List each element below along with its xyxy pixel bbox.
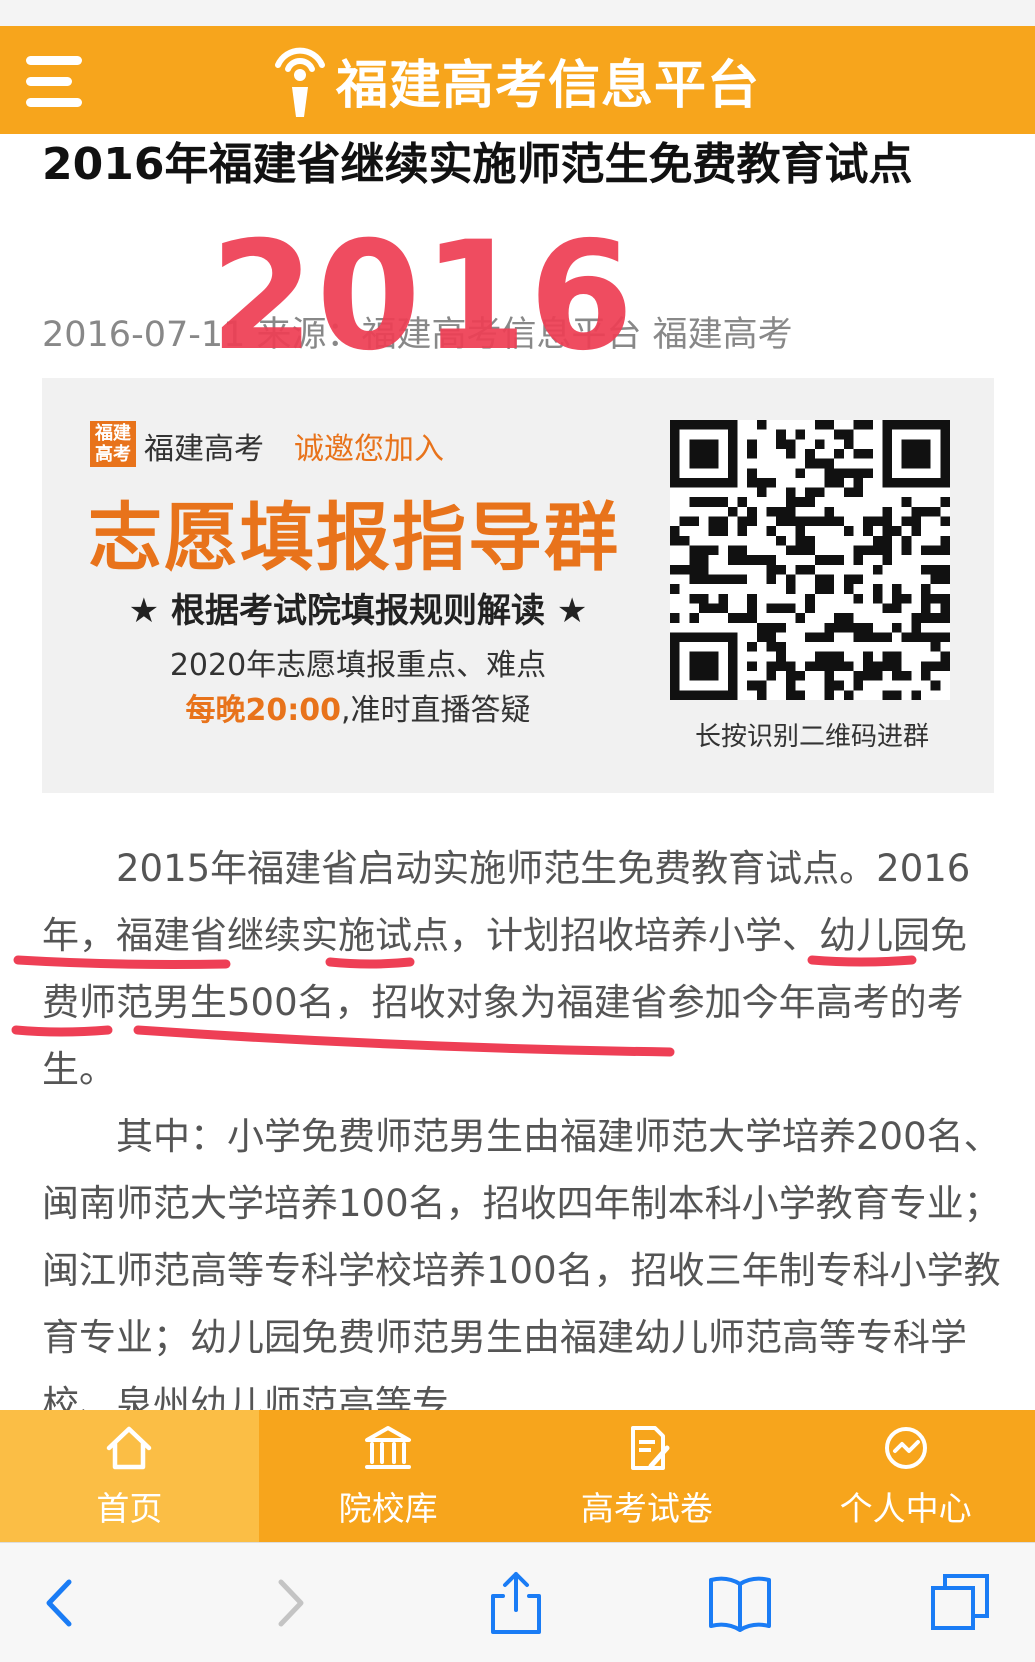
site-brand[interactable]: 福建高考信息平台: [270, 40, 760, 120]
bottom-tab-bar: 首页 院校库 高考试卷 个人中心: [0, 1410, 1035, 1542]
user-center-icon: [884, 1427, 927, 1469]
tab-exam-papers[interactable]: 高考试卷: [518, 1410, 777, 1542]
banner-schedule-text: ,准时直播答疑: [340, 693, 531, 728]
top-bar: 福建高考信息平台: [0, 26, 1035, 134]
banner-headline: 志愿填报指导群: [88, 495, 620, 581]
article-title: 2016年福建省继续实施师范生免费教育试点: [42, 139, 913, 190]
banner-schedule-time: 每晚20:00: [185, 693, 341, 728]
tab-user-center[interactable]: 个人中心: [776, 1410, 1035, 1542]
banner-subtitle: ★ 根据考试院填报规则解读 ★: [128, 591, 588, 631]
site-brand-text: 福建高考信息平台: [336, 55, 761, 116]
menu-icon[interactable]: [26, 56, 86, 112]
tabs-icon: [931, 1574, 989, 1630]
qr-caption: 长按识别二维码进群: [694, 722, 929, 752]
banner-invite: 诚邀您加入: [294, 432, 444, 467]
qr-code[interactable]: [670, 420, 950, 700]
university-icon: [365, 1426, 412, 1469]
browser-tabs-button[interactable]: [920, 1563, 1000, 1643]
exam-paper-icon: [630, 1426, 670, 1470]
banner-line-topics: 2020年志愿填报重点、难点: [169, 648, 547, 683]
browser-share-button[interactable]: [476, 1563, 556, 1643]
home-icon: [107, 1426, 152, 1470]
article-body: 2015年福建省启动实施师范生免费教育试点。2016年，福建省继续实施试点，计划…: [42, 835, 1002, 1438]
browser-back-button[interactable]: [20, 1563, 100, 1643]
promo-banner[interactable]: 福建高考 福建高考 诚邀您加入 志愿填报指导群 ★ 根据考试院填报规则解读 ★ …: [42, 378, 994, 793]
article-paragraph: 2015年福建省启动实施师范生免费教育试点。2016年，福建省继续实施试点，计划…: [42, 847, 971, 1091]
book-icon: [709, 1576, 771, 1632]
chevron-right-icon: [278, 1579, 304, 1627]
status-strip: [0, 0, 1035, 26]
tab-home[interactable]: 首页: [0, 1410, 259, 1542]
tab-university[interactable]: 院校库: [259, 1410, 518, 1542]
browser-bookmarks-button[interactable]: [700, 1563, 780, 1643]
banner-line-schedule: 每晚20:00,准时直播答疑: [88, 685, 628, 729]
article-paragraph: 其中：小学免费师范男生由福建师范大学培养200名、闽南师范大学培养100名，招收…: [42, 1115, 1001, 1426]
banner-brand: 福建高考: [144, 432, 264, 467]
handwritten-year-annotation: 2016: [210, 210, 636, 384]
browser-forward-button[interactable]: [250, 1563, 330, 1643]
share-icon: [491, 1572, 541, 1634]
browser-toolbar: [0, 1542, 1035, 1662]
broadcast-icon: [275, 47, 325, 117]
banner-logo: 福建高考: [90, 421, 136, 467]
chevron-left-icon: [46, 1579, 72, 1627]
